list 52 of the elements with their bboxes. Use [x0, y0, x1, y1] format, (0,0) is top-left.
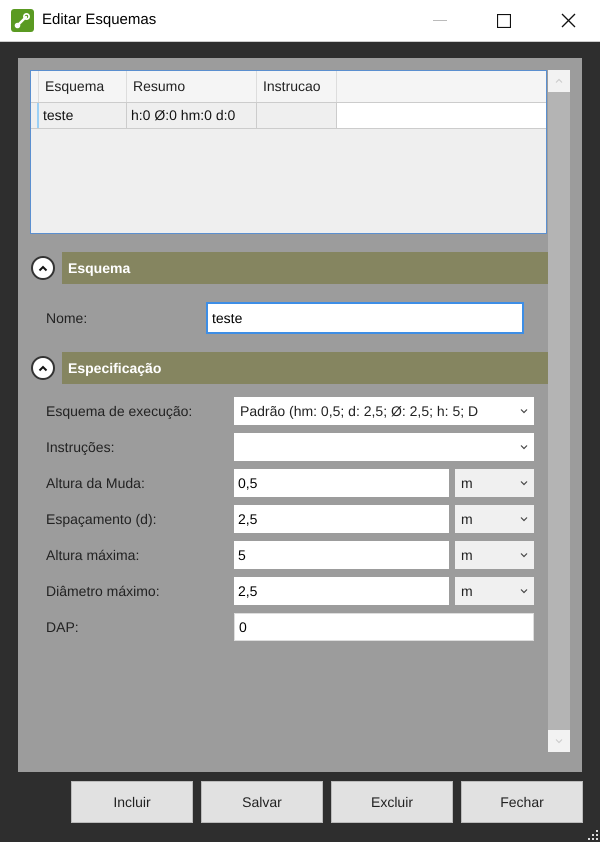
- table-cell: h:0 Ø:0 hm:0 d:0: [127, 103, 257, 128]
- text-field[interactable]: 0,5: [234, 469, 449, 497]
- text-field[interactable]: 2,5: [234, 505, 449, 533]
- action-button[interactable]: Fechar: [461, 781, 583, 823]
- scroll-up-button[interactable]: [548, 70, 570, 92]
- field-label: DAP:: [45, 618, 80, 636]
- chevron-down-icon: [555, 738, 563, 744]
- table-cell: teste: [39, 103, 127, 128]
- app-icon: [11, 9, 34, 32]
- field-label: Diâmetro máximo:: [45, 582, 161, 600]
- unit-dropdown[interactable]: m: [455, 469, 534, 497]
- collapse-toggle[interactable]: [31, 356, 55, 380]
- window-title: Editar Esquemas: [42, 10, 156, 30]
- column-header[interactable]: Resumo: [127, 71, 257, 102]
- text-field[interactable]: 2,5: [234, 577, 449, 605]
- chevron-up-icon: [38, 364, 48, 372]
- resize-grip-icon[interactable]: [588, 830, 598, 840]
- dropdown[interactable]: Padrão (hm: 0,5; d: 2,5; Ø: 2,5; h: 5; D: [234, 397, 534, 425]
- field-label: Nome:: [45, 308, 88, 328]
- section-header: Especificação: [62, 352, 548, 384]
- chevron-up-icon: [38, 264, 48, 272]
- maximize-icon: [497, 14, 511, 28]
- action-button[interactable]: Salvar: [201, 781, 323, 823]
- text-field[interactable]: 5: [234, 541, 449, 569]
- column-header[interactable]: Instrucao: [257, 71, 337, 102]
- field-label: Altura da Muda:: [45, 474, 146, 492]
- scroll-down-button[interactable]: [548, 730, 570, 752]
- unit-dropdown[interactable]: m: [455, 505, 534, 533]
- field-label: Altura máxima:: [45, 546, 140, 564]
- chevron-down-icon: [520, 408, 528, 414]
- close-icon: [560, 13, 576, 28]
- chevron-down-icon: [520, 480, 528, 486]
- text-field[interactable]: teste: [206, 302, 524, 334]
- text-field[interactable]: 0: [234, 613, 534, 641]
- field-label: Instruções:: [45, 438, 116, 457]
- unit-dropdown[interactable]: m: [455, 577, 534, 605]
- chevron-down-icon: [520, 552, 528, 558]
- collapse-toggle[interactable]: [31, 256, 55, 280]
- action-button[interactable]: Excluir: [331, 781, 453, 823]
- column-header[interactable]: Esquema: [39, 71, 127, 102]
- chevron-up-icon: [555, 78, 563, 84]
- chevron-down-icon: [520, 588, 528, 594]
- action-button[interactable]: Incluir: [71, 781, 193, 823]
- scrollbar[interactable]: [548, 70, 570, 752]
- unit-dropdown[interactable]: m: [455, 541, 534, 569]
- chevron-down-icon: [520, 444, 528, 450]
- field-label: Esquema de execução:: [45, 402, 194, 421]
- chevron-down-icon: [520, 516, 528, 522]
- dropdown[interactable]: [234, 433, 534, 461]
- section-header: Esquema: [62, 252, 548, 284]
- minimize-icon: [433, 20, 447, 22]
- field-label: Espaçamento (d):: [45, 510, 158, 529]
